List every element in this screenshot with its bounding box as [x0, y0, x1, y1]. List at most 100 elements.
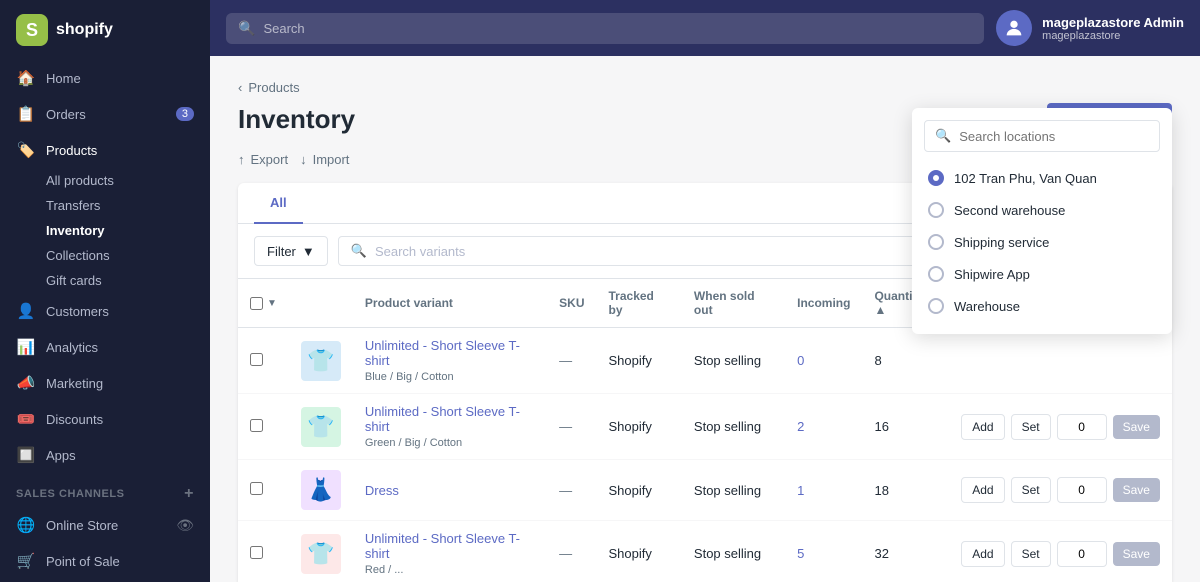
- sidebar-subitem-inventory[interactable]: Inventory: [0, 218, 210, 243]
- content-area: ‹ Products Inventory View products ↑ Exp…: [210, 56, 1200, 582]
- incoming-header: Incoming: [785, 279, 862, 328]
- qty-input[interactable]: [1057, 541, 1107, 567]
- qty-input[interactable]: [1057, 477, 1107, 503]
- location-option-2[interactable]: Second warehouse: [912, 194, 1172, 226]
- product-name-link[interactable]: Unlimited - Short Sleeve T-shirt: [365, 338, 520, 368]
- tab-all[interactable]: All: [254, 183, 303, 224]
- add-channel-icon[interactable]: +: [184, 485, 194, 503]
- quantity-cell: 8: [862, 328, 949, 394]
- sidebar-logo[interactable]: S shopify: [0, 0, 210, 60]
- page-title: Inventory: [238, 104, 355, 135]
- row-checkbox[interactable]: [250, 546, 263, 559]
- location-option-label: Shipwire App: [954, 267, 1030, 282]
- product-name-link[interactable]: Dress: [365, 483, 399, 498]
- radio-unselected: [928, 266, 944, 282]
- img-col-header: [289, 279, 353, 328]
- breadcrumb-label: Products: [248, 80, 299, 95]
- sku-header: SKU: [547, 279, 596, 328]
- sidebar-item-marketing[interactable]: 📣 Marketing: [0, 365, 210, 401]
- set-button[interactable]: Set: [1011, 477, 1051, 503]
- product-name-link[interactable]: Unlimited - Short Sleeve T-shirt: [365, 531, 520, 561]
- variant-label: Red / ...: [365, 564, 404, 576]
- sidebar-item-customers[interactable]: 👤 Customers: [0, 293, 210, 329]
- sidebar-item-products[interactable]: 🏷️ Products: [0, 132, 210, 168]
- location-option-label: Shipping service: [954, 235, 1049, 250]
- add-button[interactable]: Add: [961, 477, 1004, 503]
- sort-asc-icon[interactable]: ▲: [874, 303, 886, 317]
- products-icon: 🏷️: [16, 140, 36, 160]
- sidebar-item-label: Orders: [46, 107, 86, 122]
- user-menu[interactable]: mageplazastore Admin mageplazastore: [996, 10, 1184, 46]
- location-option-4[interactable]: Shipwire App: [912, 258, 1172, 290]
- product-thumbnail: 👕: [301, 534, 341, 574]
- location-search-field[interactable]: 🔍: [924, 120, 1160, 152]
- add-set-row: Add Set Save: [961, 541, 1160, 567]
- save-button[interactable]: Save: [1113, 478, 1160, 502]
- set-button[interactable]: Set: [1011, 541, 1051, 567]
- tracked-by-cell: Shopify: [597, 328, 682, 394]
- sidebar-subitem-all-products[interactable]: All products: [0, 168, 210, 193]
- search-input[interactable]: [263, 21, 972, 36]
- breadcrumb[interactable]: ‹ Products: [238, 80, 1172, 95]
- sku-cell: —: [547, 328, 596, 394]
- search-variants-icon: 🔍: [351, 243, 367, 259]
- location-option-3[interactable]: Shipping service: [912, 226, 1172, 258]
- export-icon: ↑: [238, 152, 245, 167]
- eye-icon[interactable]: 👁: [176, 517, 194, 534]
- incoming-link[interactable]: 1: [797, 483, 804, 498]
- main-content: 🔍 mageplazastore Admin mageplazastore ‹ …: [210, 0, 1200, 582]
- location-search-input[interactable]: [959, 129, 1149, 144]
- sidebar-item-home[interactable]: 🏠 Home: [0, 60, 210, 96]
- filter-button[interactable]: Filter ▼: [254, 236, 328, 266]
- sku-cell: —: [547, 521, 596, 582]
- export-button[interactable]: ↑ Export: [238, 152, 288, 167]
- sidebar-subitem-collections[interactable]: Collections: [0, 243, 210, 268]
- import-button[interactable]: ↓ Import: [300, 152, 349, 167]
- incoming-cell: 2: [785, 394, 862, 460]
- sidebar-item-discounts[interactable]: 🎟️ Discounts: [0, 401, 210, 437]
- quantity-value: 16: [874, 419, 888, 434]
- sidebar-item-apps[interactable]: 🔲 Apps: [0, 437, 210, 473]
- sidebar-item-label: Home: [46, 71, 81, 86]
- analytics-icon: 📊: [16, 337, 36, 357]
- row-checkbox[interactable]: [250, 482, 263, 495]
- sidebar-item-online-store[interactable]: 🌐 Online Store 👁: [0, 507, 210, 543]
- incoming-link[interactable]: 0: [797, 353, 804, 368]
- radio-unselected: [928, 234, 944, 250]
- add-button[interactable]: Add: [961, 541, 1004, 567]
- import-label: Import: [313, 152, 350, 167]
- collections-label: Collections: [46, 248, 110, 263]
- add-button[interactable]: Add: [961, 414, 1004, 440]
- sidebar-subitem-transfers[interactable]: Transfers: [0, 193, 210, 218]
- save-button[interactable]: Save: [1113, 542, 1160, 566]
- location-option-label: 102 Tran Phu, Van Quan: [954, 171, 1097, 186]
- row-checkbox[interactable]: [250, 419, 263, 432]
- chevron-left-icon: ‹: [238, 80, 242, 95]
- sidebar-item-point-of-sale[interactable]: 🛒 Point of Sale: [0, 543, 210, 579]
- online-store-icon: 🌐: [16, 515, 36, 535]
- marketing-icon: 📣: [16, 373, 36, 393]
- sidebar-subitem-gift-cards[interactable]: Gift cards: [0, 268, 210, 293]
- when-sold-out-cell: Stop selling: [682, 328, 785, 394]
- select-all-checkbox[interactable]: [250, 297, 263, 310]
- sidebar-item-label: Point of Sale: [46, 554, 120, 569]
- save-button[interactable]: Save: [1113, 415, 1160, 439]
- incoming-link[interactable]: 2: [797, 419, 804, 434]
- sidebar-item-orders[interactable]: 📋 Orders 3: [0, 96, 210, 132]
- incoming-cell: 0: [785, 328, 862, 394]
- qty-input[interactable]: [1057, 414, 1107, 440]
- set-button[interactable]: Set: [1011, 414, 1051, 440]
- row-checkbox[interactable]: [250, 353, 263, 366]
- when-sold-out-cell: Stop selling: [682, 394, 785, 460]
- location-option-5[interactable]: Warehouse: [912, 290, 1172, 322]
- search-bar[interactable]: 🔍: [226, 13, 984, 44]
- incoming-link[interactable]: 5: [797, 546, 804, 561]
- sidebar-item-analytics[interactable]: 📊 Analytics: [0, 329, 210, 365]
- product-thumbnail: 👕: [301, 407, 341, 447]
- dropdown-arrow[interactable]: ▼: [267, 298, 277, 309]
- product-name-link[interactable]: Unlimited - Short Sleeve T-shirt: [365, 404, 520, 434]
- product-variant-cell: Unlimited - Short Sleeve T-shirt Green /…: [353, 394, 547, 460]
- tracked-by-header: Tracked by: [597, 279, 682, 328]
- location-option-1[interactable]: 102 Tran Phu, Van Quan: [912, 162, 1172, 194]
- tracked-by-cell: Shopify: [597, 460, 682, 521]
